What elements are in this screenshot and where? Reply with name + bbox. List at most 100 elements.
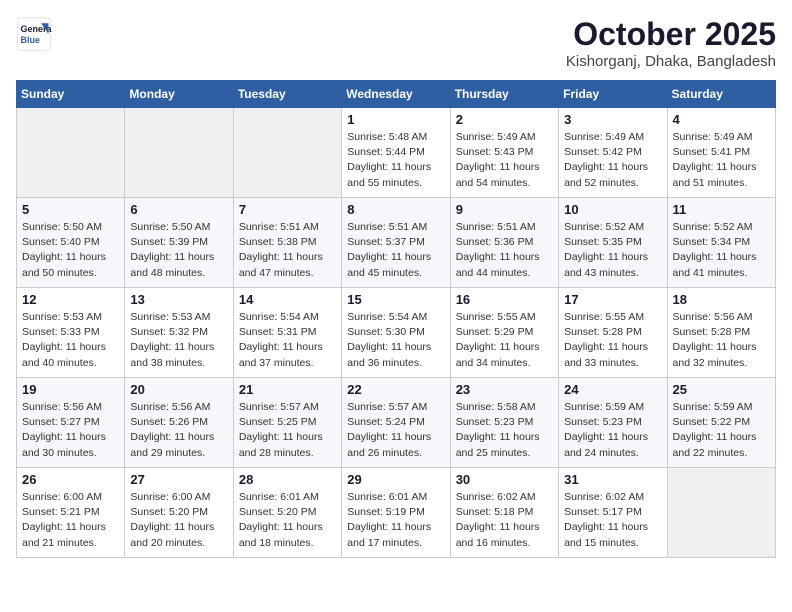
day-info: Sunrise: 5:56 AM Sunset: 5:28 PM Dayligh… [673, 310, 770, 371]
day-info: Sunrise: 5:50 AM Sunset: 5:40 PM Dayligh… [22, 220, 119, 281]
calendar-cell: 9 Sunrise: 5:51 AM Sunset: 5:36 PM Daylig… [450, 198, 558, 288]
day-number: 21 [239, 382, 336, 397]
day-info: Sunrise: 5:58 AM Sunset: 5:23 PM Dayligh… [456, 400, 553, 461]
calendar-cell: 10 Sunrise: 5:52 AM Sunset: 5:35 PM Dayli… [559, 198, 667, 288]
calendar-cell: 6Sunrise: 5:50 AM Sunset: 5:39 PM Daylig… [125, 198, 233, 288]
day-info: Sunrise: 5:49 AM Sunset: 5:41 PM Dayligh… [673, 130, 770, 191]
calendar-cell: 26 Sunrise: 6:00 AM Sunset: 5:21 PM Dayli… [17, 468, 125, 558]
calendar-cell [17, 108, 125, 198]
calendar-cell: 3 Sunrise: 5:49 AM Sunset: 5:42 PM Daylig… [559, 108, 667, 198]
day-number: 24 [564, 382, 661, 397]
calendar-cell: 13 Sunrise: 5:53 AM Sunset: 5:32 PM Dayli… [125, 288, 233, 378]
day-info: Sunrise: 5:54 AM Sunset: 5:30 PM Dayligh… [347, 310, 444, 371]
day-number: 11 [673, 202, 770, 217]
day-number: 30 [456, 472, 553, 487]
day-info: Sunrise: 5:53 AM Sunset: 5:33 PM Dayligh… [22, 310, 119, 371]
calendar-week-row: 5 Sunrise: 5:50 AM Sunset: 5:40 PM Daylig… [17, 198, 776, 288]
day-number: 1 [347, 112, 444, 127]
calendar-cell: 5 Sunrise: 5:50 AM Sunset: 5:40 PM Daylig… [17, 198, 125, 288]
calendar-cell: 12 Sunrise: 5:53 AM Sunset: 5:33 PM Dayli… [17, 288, 125, 378]
calendar-cell: 24Sunrise: 5:59 AM Sunset: 5:23 PM Dayli… [559, 378, 667, 468]
calendar-week-row: 12 Sunrise: 5:53 AM Sunset: 5:33 PM Dayli… [17, 288, 776, 378]
logo: General Blue [16, 16, 52, 52]
calendar-cell: 23 Sunrise: 5:58 AM Sunset: 5:23 PM Dayli… [450, 378, 558, 468]
day-number: 16 [456, 292, 553, 307]
day-number: 22 [347, 382, 444, 397]
day-info: Sunrise: 6:00 AM Sunset: 5:21 PM Dayligh… [22, 490, 119, 551]
calendar-cell: 21 Sunrise: 5:57 AM Sunset: 5:25 PM Dayli… [233, 378, 341, 468]
day-info: Sunrise: 5:51 AM Sunset: 5:38 PM Dayligh… [239, 220, 336, 281]
calendar-cell: 14 Sunrise: 5:54 AM Sunset: 5:31 PM Dayli… [233, 288, 341, 378]
day-info: Sunrise: 6:02 AM Sunset: 5:18 PM Dayligh… [456, 490, 553, 551]
calendar-week-row: 19 Sunrise: 5:56 AM Sunset: 5:27 PM Dayli… [17, 378, 776, 468]
day-number: 7 [239, 202, 336, 217]
day-of-week-header: Saturday [667, 81, 775, 108]
day-number: 10 [564, 202, 661, 217]
day-number: 14 [239, 292, 336, 307]
day-info: Sunrise: 5:57 AM Sunset: 5:24 PM Dayligh… [347, 400, 444, 461]
day-info: Sunrise: 5:56 AM Sunset: 5:27 PM Dayligh… [22, 400, 119, 461]
calendar-cell: 27Sunrise: 6:00 AM Sunset: 5:20 PM Dayli… [125, 468, 233, 558]
calendar-cell: 8 Sunrise: 5:51 AM Sunset: 5:37 PM Daylig… [342, 198, 450, 288]
calendar-cell: 22 Sunrise: 5:57 AM Sunset: 5:24 PM Dayli… [342, 378, 450, 468]
month-title: October 2025 [566, 16, 776, 53]
day-number: 12 [22, 292, 119, 307]
day-info: Sunrise: 5:52 AM Sunset: 5:35 PM Dayligh… [564, 220, 661, 281]
calendar-cell: 31Sunrise: 6:02 AM Sunset: 5:17 PM Dayli… [559, 468, 667, 558]
day-number: 26 [22, 472, 119, 487]
calendar-cell: 17Sunrise: 5:55 AM Sunset: 5:28 PM Dayli… [559, 288, 667, 378]
page-header: General Blue October 2025 Kishorganj, Dh… [16, 16, 776, 70]
day-number: 3 [564, 112, 661, 127]
day-number: 23 [456, 382, 553, 397]
day-number: 20 [130, 382, 227, 397]
day-number: 15 [347, 292, 444, 307]
location-title: Kishorganj, Dhaka, Bangladesh [566, 53, 776, 70]
day-info: Sunrise: 5:56 AM Sunset: 5:26 PM Dayligh… [130, 400, 227, 461]
calendar-cell: 7 Sunrise: 5:51 AM Sunset: 5:38 PM Daylig… [233, 198, 341, 288]
day-info: Sunrise: 5:49 AM Sunset: 5:42 PM Dayligh… [564, 130, 661, 191]
day-info: Sunrise: 6:02 AM Sunset: 5:17 PM Dayligh… [564, 490, 661, 551]
day-info: Sunrise: 6:01 AM Sunset: 5:19 PM Dayligh… [347, 490, 444, 551]
logo-icon: General Blue [16, 16, 52, 52]
calendar-cell [125, 108, 233, 198]
day-info: Sunrise: 5:53 AM Sunset: 5:32 PM Dayligh… [130, 310, 227, 371]
day-number: 5 [22, 202, 119, 217]
title-area: October 2025 Kishorganj, Dhaka, Banglade… [566, 16, 776, 70]
calendar-cell [667, 468, 775, 558]
day-info: Sunrise: 6:00 AM Sunset: 5:20 PM Dayligh… [130, 490, 227, 551]
day-number: 29 [347, 472, 444, 487]
calendar-cell: 16 Sunrise: 5:55 AM Sunset: 5:29 PM Dayli… [450, 288, 558, 378]
day-number: 4 [673, 112, 770, 127]
day-info: Sunrise: 5:55 AM Sunset: 5:28 PM Dayligh… [564, 310, 661, 371]
day-number: 18 [673, 292, 770, 307]
day-number: 8 [347, 202, 444, 217]
day-number: 19 [22, 382, 119, 397]
day-of-week-header: Thursday [450, 81, 558, 108]
day-number: 9 [456, 202, 553, 217]
day-info: Sunrise: 5:55 AM Sunset: 5:29 PM Dayligh… [456, 310, 553, 371]
day-info: Sunrise: 5:50 AM Sunset: 5:39 PM Dayligh… [130, 220, 227, 281]
day-info: Sunrise: 5:49 AM Sunset: 5:43 PM Dayligh… [456, 130, 553, 191]
day-number: 28 [239, 472, 336, 487]
day-info: Sunrise: 5:54 AM Sunset: 5:31 PM Dayligh… [239, 310, 336, 371]
day-info: Sunrise: 5:57 AM Sunset: 5:25 PM Dayligh… [239, 400, 336, 461]
day-of-week-header: Friday [559, 81, 667, 108]
calendar-cell: 1 Sunrise: 5:48 AM Sunset: 5:44 PM Daylig… [342, 108, 450, 198]
day-info: Sunrise: 5:51 AM Sunset: 5:37 PM Dayligh… [347, 220, 444, 281]
day-number: 13 [130, 292, 227, 307]
calendar-cell: 30 Sunrise: 6:02 AM Sunset: 5:18 PM Dayli… [450, 468, 558, 558]
day-number: 2 [456, 112, 553, 127]
day-info: Sunrise: 5:48 AM Sunset: 5:44 PM Dayligh… [347, 130, 444, 191]
calendar-cell: 4 Sunrise: 5:49 AM Sunset: 5:41 PM Daylig… [667, 108, 775, 198]
svg-text:Blue: Blue [21, 35, 41, 45]
calendar-week-row: 1 Sunrise: 5:48 AM Sunset: 5:44 PM Daylig… [17, 108, 776, 198]
day-info: Sunrise: 5:51 AM Sunset: 5:36 PM Dayligh… [456, 220, 553, 281]
calendar-header-row: SundayMondayTuesdayWednesdayThursdayFrid… [17, 81, 776, 108]
calendar-cell: 29 Sunrise: 6:01 AM Sunset: 5:19 PM Dayli… [342, 468, 450, 558]
calendar-cell: 25Sunrise: 5:59 AM Sunset: 5:22 PM Dayli… [667, 378, 775, 468]
day-of-week-header: Wednesday [342, 81, 450, 108]
calendar-week-row: 26 Sunrise: 6:00 AM Sunset: 5:21 PM Dayli… [17, 468, 776, 558]
day-of-week-header: Sunday [17, 81, 125, 108]
day-info: Sunrise: 5:52 AM Sunset: 5:34 PM Dayligh… [673, 220, 770, 281]
calendar-cell [233, 108, 341, 198]
